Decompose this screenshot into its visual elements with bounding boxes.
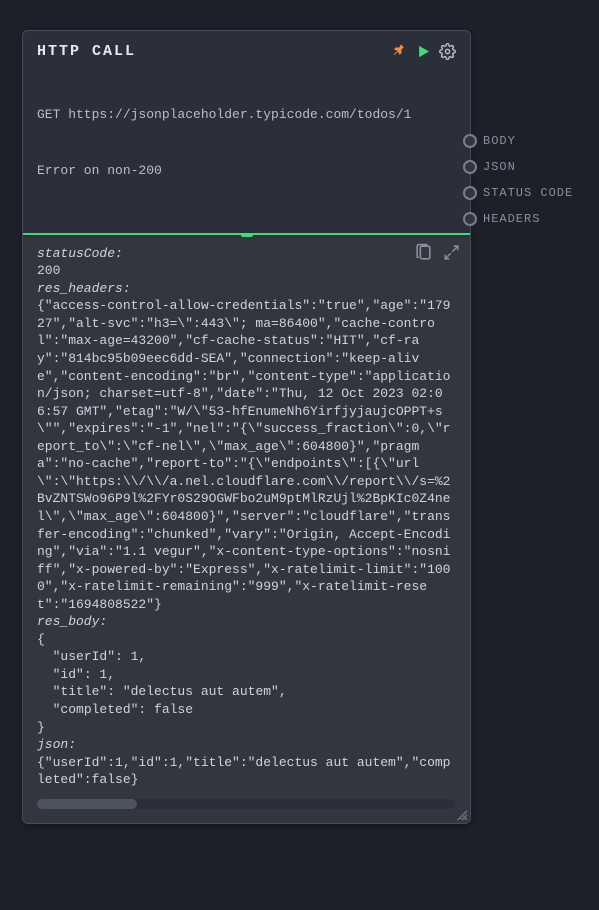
port-status-code[interactable]: STATUS CODE (470, 186, 573, 200)
node-title: HTTP CALL (37, 43, 383, 60)
horizontal-scrollbar[interactable] (37, 799, 456, 809)
port-headers[interactable]: HEADERS (470, 212, 573, 226)
res-headers-label: res_headers: (37, 280, 452, 298)
option-line: Error on non-200 (37, 162, 456, 181)
gear-icon[interactable] (439, 43, 456, 60)
res-body-label: res_body: (37, 613, 452, 631)
port-body[interactable]: BODY (470, 134, 573, 148)
output-body: statusCode: 200 res_headers: {"access-co… (37, 245, 456, 789)
section-divider (23, 231, 470, 237)
run-icon[interactable] (416, 44, 431, 59)
port-label: STATUS CODE (483, 186, 573, 200)
port-label: JSON (483, 160, 516, 174)
port-dot-icon[interactable] (463, 212, 477, 226)
json-label: json: (37, 736, 452, 754)
status-code-value: 200 (37, 262, 452, 280)
node-header: HTTP CALL (23, 31, 470, 64)
res-body-value: { "userId": 1, "id": 1, "title": "delect… (37, 631, 452, 736)
pin-icon[interactable] (391, 43, 408, 60)
port-label: HEADERS (483, 212, 540, 226)
port-dot-icon[interactable] (463, 160, 477, 174)
json-value: {"userId":1,"id":1,"title":"delectus aut… (37, 754, 452, 789)
port-json[interactable]: JSON (470, 160, 573, 174)
port-dot-icon[interactable] (463, 186, 477, 200)
res-headers-value: {"access-control-allow-credentials":"tru… (37, 297, 452, 613)
node-config[interactable]: GET https://jsonplaceholder.typicode.com… (23, 64, 470, 231)
port-dot-icon[interactable] (463, 134, 477, 148)
http-call-node[interactable]: HTTP CALL GET https://jsonplaceholder.ty… (22, 30, 471, 824)
resize-handle-icon[interactable] (454, 807, 468, 821)
clipboard-icon[interactable] (414, 243, 433, 262)
status-code-label: statusCode: (37, 245, 452, 263)
output-ports: BODY JSON STATUS CODE HEADERS (470, 134, 573, 226)
port-label: BODY (483, 134, 516, 148)
node-output: statusCode: 200 res_headers: {"access-co… (23, 237, 470, 823)
scrollbar-thumb[interactable] (37, 799, 137, 809)
request-line: GET https://jsonplaceholder.typicode.com… (37, 106, 456, 125)
expand-icon[interactable] (443, 243, 460, 262)
